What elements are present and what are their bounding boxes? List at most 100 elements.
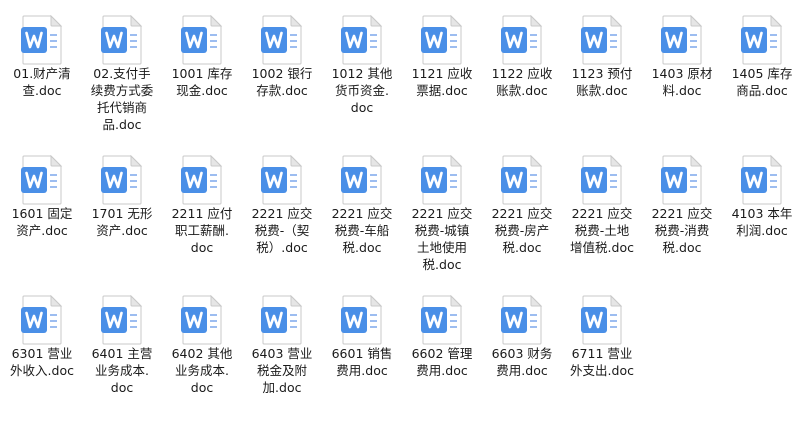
file-name: 1403 原材 料.doc <box>640 65 724 99</box>
file-name-line: 税费-消费 <box>654 223 710 238</box>
file-name-line: doc <box>350 100 374 115</box>
file-item[interactable]: 1403 原材 料.doc <box>642 0 722 140</box>
file-grid: 01.财产清 查.doc 02.支付手 续费方式委 托代销商 品.doc 1001 库存 现金… <box>0 0 810 428</box>
file-name-line: 2221 应交 <box>251 206 313 221</box>
word-document-icon <box>100 295 144 345</box>
file-name: 6601 销售 费用.doc <box>320 345 404 379</box>
word-document-icon <box>500 295 544 345</box>
file-name-line: 职工薪酬. <box>175 223 229 238</box>
word-document-icon <box>420 295 464 345</box>
file-name-line: 2221 应交 <box>411 206 473 221</box>
file-item[interactable]: 6301 营业 外收入.doc <box>2 280 82 420</box>
file-name-line: 外支出.doc <box>570 363 634 378</box>
file-name-line: 1405 库存 <box>731 66 793 81</box>
word-document-icon <box>660 155 704 205</box>
file-name-line: 货币资金. <box>335 83 389 98</box>
file-name-line: doc <box>190 380 214 395</box>
file-name-line: 托代销商 <box>96 100 147 115</box>
file-name-line: 1123 预付 <box>571 66 633 81</box>
file-item[interactable]: 02.支付手 续费方式委 托代销商 品.doc <box>82 0 162 140</box>
file-name-line: 账款.doc <box>496 83 548 98</box>
file-name-line: 税费-房产 <box>494 223 550 238</box>
file-name: 6401 主营 业务成本. doc <box>80 345 164 396</box>
file-name: 2221 应交 税费-消费 税.doc <box>640 205 724 256</box>
word-document-icon <box>180 15 224 65</box>
file-name-line: 2221 应交 <box>651 206 713 221</box>
file-name-line: 6301 营业 <box>11 346 73 361</box>
file-name-line: 税.doc <box>502 240 542 255</box>
word-document-icon <box>580 155 624 205</box>
file-item[interactable]: 4103 本年 利润.doc <box>722 140 802 280</box>
file-name-line: 业务成本. <box>95 363 149 378</box>
file-item[interactable]: 1002 银行 存款.doc <box>242 0 322 140</box>
file-item[interactable]: 6711 营业 外支出.doc <box>562 280 642 420</box>
file-name-line: 1012 其他 <box>331 66 393 81</box>
file-name-line: 税）.doc <box>256 240 308 255</box>
file-item[interactable]: 1121 应收 票据.doc <box>402 0 482 140</box>
file-name-line: 费用.doc <box>416 363 468 378</box>
file-name: 01.财产清 查.doc <box>0 65 84 99</box>
word-document-icon <box>500 155 544 205</box>
file-item[interactable]: 2221 应交 税费-房产 税.doc <box>482 140 562 280</box>
file-name-line: 2221 应交 <box>331 206 393 221</box>
file-name-line: 增值税.doc <box>570 240 634 255</box>
file-name: 1123 预付 账款.doc <box>560 65 644 99</box>
file-name-line: 现金.doc <box>176 83 228 98</box>
file-name-line: 利润.doc <box>736 223 788 238</box>
file-name-line: 1701 无形 <box>91 206 153 221</box>
file-item[interactable]: 6601 销售 费用.doc <box>322 280 402 420</box>
word-document-icon <box>180 295 224 345</box>
file-name: 2221 应交 税费-土地 增值税.doc <box>560 205 644 256</box>
file-name-line: 查.doc <box>22 83 62 98</box>
word-document-icon <box>340 155 384 205</box>
file-item[interactable]: 6602 管理 费用.doc <box>402 280 482 420</box>
file-name: 1701 无形 资产.doc <box>80 205 164 239</box>
word-document-icon <box>180 155 224 205</box>
file-item[interactable]: 2211 应付 职工薪酬. doc <box>162 140 242 280</box>
file-item[interactable]: 6403 营业 税金及附加.doc <box>242 280 322 420</box>
file-item[interactable]: 1405 库存 商品.doc <box>722 0 802 140</box>
file-item[interactable]: 1601 固定 资产.doc <box>2 140 82 280</box>
file-name-line: 6403 营业 <box>251 346 313 361</box>
file-item[interactable]: 1123 预付 账款.doc <box>562 0 642 140</box>
file-name: 1012 其他 货币资金. doc <box>320 65 404 116</box>
file-name: 6711 营业 外支出.doc <box>560 345 644 379</box>
file-name-line: 税费-土地 <box>574 223 630 238</box>
file-item[interactable]: 1122 应收 账款.doc <box>482 0 562 140</box>
word-document-icon <box>580 15 624 65</box>
file-name: 2221 应交 税费-房产 税.doc <box>480 205 564 256</box>
file-name: 2211 应付 职工薪酬. doc <box>160 205 244 256</box>
file-name-line: 税金及附 <box>256 363 307 378</box>
file-name: 6403 营业 税金及附加.doc <box>240 345 324 396</box>
file-item[interactable]: 2221 应交 税费-（契 税）.doc <box>242 140 322 280</box>
file-item[interactable]: 6402 其他 业务成本. doc <box>162 280 242 420</box>
file-name-line: 票据.doc <box>416 83 468 98</box>
file-name: 4103 本年 利润.doc <box>720 205 804 239</box>
file-name-line: 税费-车船 <box>334 223 390 238</box>
file-name-line: 加.doc <box>262 380 302 395</box>
file-name: 2221 应交 税费-车船 税.doc <box>320 205 404 256</box>
word-document-icon <box>580 295 624 345</box>
file-name-line: 6603 财务 <box>491 346 553 361</box>
file-item[interactable]: 2221 应交 税费-城镇 土地使用 税.doc <box>402 140 482 280</box>
file-name-line: 费用.doc <box>496 363 548 378</box>
file-item[interactable]: 2221 应交 税费-消费 税.doc <box>642 140 722 280</box>
file-name-line: 资产.doc <box>96 223 148 238</box>
file-item[interactable]: 6401 主营 业务成本. doc <box>82 280 162 420</box>
file-item[interactable]: 1001 库存 现金.doc <box>162 0 242 140</box>
word-document-icon <box>260 155 304 205</box>
file-name-line: 费用.doc <box>336 363 388 378</box>
file-item[interactable]: 1012 其他 货币资金. doc <box>322 0 402 140</box>
file-name-line: 2211 应付 <box>171 206 233 221</box>
word-document-icon <box>100 15 144 65</box>
file-item[interactable]: 2221 应交 税费-土地 增值税.doc <box>562 140 642 280</box>
file-item[interactable]: 6603 财务 费用.doc <box>482 280 562 420</box>
file-item[interactable]: 2221 应交 税费-车船 税.doc <box>322 140 402 280</box>
file-item[interactable]: 01.财产清 查.doc <box>2 0 82 140</box>
word-document-icon <box>420 15 464 65</box>
file-name: 6603 财务 费用.doc <box>480 345 564 379</box>
file-name-line: 6401 主营 <box>91 346 153 361</box>
word-document-icon <box>100 155 144 205</box>
file-item[interactable]: 1701 无形 资产.doc <box>82 140 162 280</box>
file-name: 2221 应交 税费-城镇 土地使用 税.doc <box>400 205 484 273</box>
